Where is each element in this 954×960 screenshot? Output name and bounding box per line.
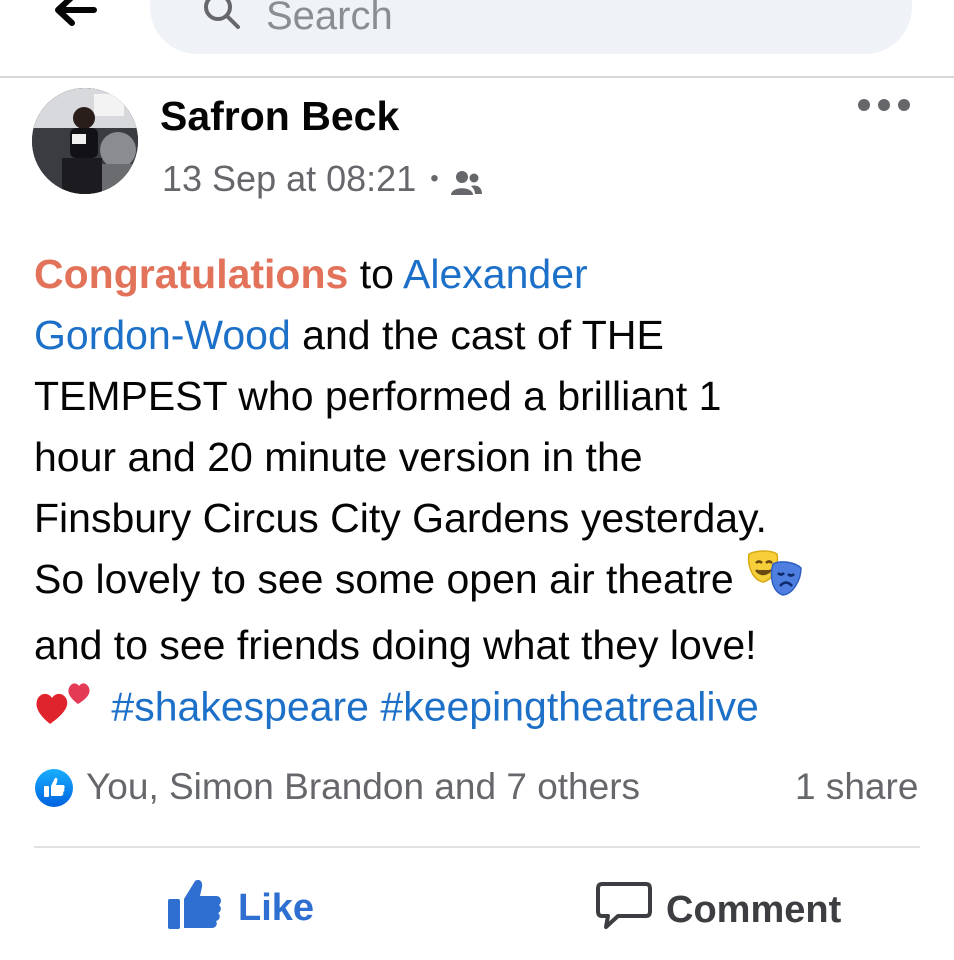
like-reaction-icon[interactable]	[34, 768, 74, 808]
post-text-line: Finsbury Circus City Gardens yesterday.	[34, 488, 934, 549]
comment-icon	[596, 880, 652, 937]
hashtag-link[interactable]: #shakespeare	[111, 683, 369, 729]
post-text-line: So lovely to see some open air theatre	[34, 549, 934, 615]
actions-divider	[34, 846, 920, 848]
post-text-segment: TEMPEST who performed a brilliant 1	[34, 373, 722, 419]
search-placeholder: Search	[266, 0, 393, 38]
mention-link[interactable]: Alexander	[403, 251, 588, 297]
post-text-segment: So lovely to see some open air theatre	[34, 556, 746, 602]
post-timestamp[interactable]: 13 Sep at 08:21	[162, 158, 416, 200]
meta-separator: •	[430, 165, 439, 192]
post-text-line: and to see friends doing what they love!	[34, 615, 934, 676]
thumbs-up-icon	[166, 877, 224, 936]
shares-count[interactable]: 1 share	[795, 766, 918, 808]
back-arrow-icon[interactable]	[50, 0, 100, 30]
post-meta: 13 Sep at 08:21 •	[162, 158, 483, 200]
hashtag-link[interactable]: #keepingtheatrealive	[380, 683, 758, 729]
like-button[interactable]: Like	[166, 876, 314, 936]
post-text-segment: hour and 20 minute version in the	[34, 434, 643, 480]
performing-arts-emoji	[745, 549, 805, 615]
two-hearts-emoji	[34, 676, 100, 743]
post-text-line: #shakespeare #keepingtheatrealive	[34, 676, 934, 743]
more-options-icon[interactable]	[858, 94, 910, 116]
reactions-summary[interactable]: You, Simon Brandon and 7 others	[86, 766, 640, 808]
like-label: Like	[238, 886, 315, 929]
post-text-line: Gordon-Wood and the cast of THE	[34, 305, 934, 366]
comment-label: Comment	[666, 888, 842, 931]
avatar[interactable]	[32, 88, 138, 194]
search-input[interactable]: Search	[150, 0, 912, 54]
post-text-segment: to	[348, 251, 404, 297]
highlighted-text: Congratulations	[34, 251, 349, 297]
post-text-segment: Finsbury Circus City Gardens yesterday.	[34, 495, 767, 541]
header-divider	[0, 76, 954, 78]
mention-link[interactable]: Gordon-Wood	[34, 312, 291, 358]
post-text: Congratulations to Alexander Gordon-Wood …	[34, 244, 934, 743]
post-text-segment: and the cast of THE	[290, 312, 664, 358]
post-text-segment: and to see friends doing what they love!	[34, 621, 757, 668]
comment-button[interactable]: Comment	[596, 878, 841, 938]
post-text-line: TEMPEST who performed a brilliant 1	[34, 366, 934, 427]
author-name[interactable]: Safron Beck	[160, 93, 399, 140]
post-text-line: hour and 20 minute version in the	[34, 427, 934, 488]
post-text-segment	[369, 683, 380, 729]
post-text-segment	[100, 683, 111, 729]
search-icon	[202, 0, 242, 33]
friends-icon[interactable]	[449, 166, 483, 196]
post-text-line: Congratulations to Alexander	[34, 244, 934, 305]
top-bar: Search	[0, 0, 954, 76]
